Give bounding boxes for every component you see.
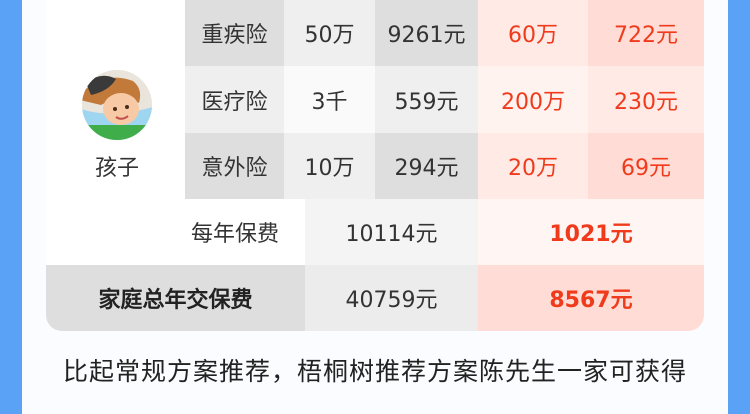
background-sheet: 重疾险 50万 9261元 60万 722元 医疗险 3千 559元 200万 …	[22, 0, 728, 414]
footer-text: 比起常规方案推荐，梧桐树推荐方案陈先生一家可获得	[62, 357, 687, 386]
family-total-regular: 40759元	[305, 265, 478, 331]
person-label: 孩子	[94, 156, 139, 181]
recommended-premium-medical: 230元	[588, 66, 704, 133]
child-avatar	[81, 69, 153, 141]
recommended-coverage-medical: 200万	[478, 66, 588, 133]
recommended-premium-critical-illness: 722元	[588, 0, 704, 66]
row-label-accident: 意外险	[185, 133, 284, 199]
regular-premium-accident: 294元	[375, 133, 478, 199]
regular-coverage-medical: 3千	[284, 66, 375, 133]
annual-premium-recommended: 1021元	[478, 199, 704, 265]
family-total-recommended: 8567元	[478, 265, 704, 331]
recommended-premium-accident: 69元	[588, 133, 704, 199]
annual-premium-regular: 10114元	[305, 199, 478, 265]
row-label-medical: 医疗险	[185, 66, 284, 133]
regular-premium-medical: 559元	[375, 66, 478, 133]
family-total-label: 家庭总年交保费	[46, 265, 305, 331]
recommended-coverage-critical-illness: 60万	[478, 0, 588, 66]
regular-premium-critical-illness: 9261元	[375, 0, 478, 66]
comparison-table: 重疾险 50万 9261元 60万 722元 医疗险 3千 559元 200万 …	[46, 0, 704, 331]
annual-premium-label: 每年保费	[191, 222, 280, 247]
recommended-coverage-accident: 20万	[478, 133, 588, 199]
regular-coverage-critical-illness: 50万	[284, 0, 375, 66]
row-label-critical-illness: 重疾险	[185, 0, 284, 66]
regular-coverage-accident: 10万	[284, 133, 375, 199]
